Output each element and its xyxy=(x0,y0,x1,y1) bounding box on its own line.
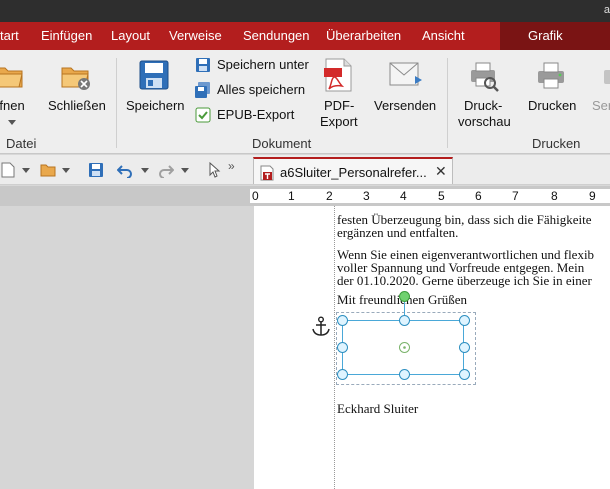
ruler-number: 7 xyxy=(512,189,519,203)
folder-open-icon xyxy=(0,67,23,88)
tab-einfuegen[interactable]: Einfügen xyxy=(41,22,92,50)
text-line: ergänzen und entfalten. xyxy=(337,225,459,240)
envelope-icon xyxy=(389,62,422,86)
print-button[interactable]: Drucken xyxy=(522,56,580,116)
redo-icon[interactable] xyxy=(158,162,174,178)
pdf-export-button[interactable]: PDF- Export xyxy=(316,56,362,132)
chevron-down-icon[interactable] xyxy=(181,168,189,173)
chevron-down-icon[interactable] xyxy=(62,168,70,173)
text-line: Eckhard Sluiter xyxy=(337,401,419,416)
undo-icon[interactable] xyxy=(117,162,133,178)
quick-access-toolbar: » a6Sluiter_Personalrefer... ✕ xyxy=(0,155,610,185)
ruler-number: 0 xyxy=(252,189,259,203)
resize-handle-bottom-left[interactable] xyxy=(337,369,348,380)
group-separator xyxy=(116,58,117,148)
open-button[interactable]: ffnen xyxy=(0,56,36,132)
save-disk-icon xyxy=(139,60,169,90)
save-label: Speichern xyxy=(126,98,185,113)
print-preview-icon xyxy=(471,62,499,92)
title-bar: a xyxy=(0,0,610,22)
ruler-number: 9 xyxy=(589,189,596,203)
save-button[interactable]: Speichern xyxy=(124,56,186,116)
save-as-icon xyxy=(196,58,210,72)
chevron-down-icon xyxy=(8,120,16,125)
save-all-button[interactable]: Alles speichern xyxy=(195,79,315,101)
tab-verweise[interactable]: Verweise xyxy=(169,22,222,50)
pdf-export-label-1: PDF- xyxy=(324,98,355,113)
document-canvas[interactable]: festen Überzeugung bin, dass sich die Fä… xyxy=(0,206,610,489)
ruler-number: 2 xyxy=(326,189,333,203)
printer-icon xyxy=(538,62,564,89)
resize-handle-left[interactable] xyxy=(337,342,348,353)
rotate-handle-line xyxy=(404,302,405,316)
ruler-number: 4 xyxy=(400,189,407,203)
save-as-label: Speichern unter xyxy=(217,57,309,72)
ribbon: ffnen Schließen Datei Speichern Speicher… xyxy=(0,50,610,154)
chevron-down-icon[interactable] xyxy=(22,168,30,173)
document-tab[interactable]: a6Sluiter_Personalrefer... ✕ xyxy=(253,157,453,184)
pointer-icon[interactable] xyxy=(207,162,223,178)
tab-ueberarbeiten[interactable]: Überarbeiten xyxy=(326,22,401,50)
ruler-number: 8 xyxy=(551,189,558,203)
serial-print-button[interactable]: Ser xyxy=(588,56,610,116)
epub-export-button[interactable]: EPUB-Export xyxy=(195,104,315,126)
group-label-dokument: Dokument xyxy=(252,136,312,151)
close-icon[interactable]: ✕ xyxy=(435,163,447,180)
pdf-icon xyxy=(324,58,352,92)
new-document-icon[interactable] xyxy=(0,162,16,178)
group-label-drucken: Drucken xyxy=(532,136,581,151)
group-label-datei: Datei xyxy=(6,136,37,151)
resize-handle-top[interactable] xyxy=(399,315,410,326)
toolbar-overflow-icon[interactable]: » xyxy=(228,159,235,173)
print-preview-button[interactable]: Druck- vorschau xyxy=(454,56,514,132)
open-folder-icon[interactable] xyxy=(40,162,56,178)
document-tab-title: a6Sluiter_Personalrefer... xyxy=(280,165,427,180)
menu-tab-bar: tart Einfügen Layout Verweise Sendungen … xyxy=(0,22,610,50)
ruler-number: 6 xyxy=(475,189,482,203)
ruler-number: 5 xyxy=(438,189,445,203)
tab-ansicht[interactable]: Ansicht xyxy=(422,22,465,50)
text-line: der 01.10.2020. Gerne überzeuge ich Sie … xyxy=(337,273,592,288)
print-preview-label-1: Druck- xyxy=(464,98,503,113)
open-label: ffnen xyxy=(0,98,25,113)
tab-grafik[interactable]: Grafik xyxy=(500,22,610,50)
horizontal-ruler[interactable]: 0 1 2 3 4 5 6 7 8 9 xyxy=(0,186,610,206)
resize-handle-top-left[interactable] xyxy=(337,315,348,326)
anchor-icon xyxy=(312,316,330,336)
save-as-button[interactable]: Speichern unter xyxy=(195,54,315,76)
print-preview-label-2: vorschau xyxy=(458,114,511,129)
folder-close-icon xyxy=(61,67,90,90)
tab-layout[interactable]: Layout xyxy=(111,22,150,50)
serial-print-label: Ser xyxy=(592,98,610,113)
close-document-button[interactable]: Schließen xyxy=(46,56,106,116)
resize-handle-top-right[interactable] xyxy=(459,315,470,326)
tab-start[interactable]: tart xyxy=(0,22,19,50)
ruler-number: 1 xyxy=(288,189,295,203)
resize-handle-bottom-right[interactable] xyxy=(459,369,470,380)
tab-sendungen[interactable]: Sendungen xyxy=(243,22,310,50)
document-page[interactable]: festen Überzeugung bin, dass sich die Fä… xyxy=(254,206,610,489)
textmaker-document-icon xyxy=(260,165,274,181)
send-button[interactable]: Versenden xyxy=(372,56,440,116)
print-label: Drucken xyxy=(528,98,577,113)
ruler-number: 3 xyxy=(363,189,370,203)
group-separator xyxy=(447,58,448,148)
save-all-icon xyxy=(195,82,210,98)
resize-handle-bottom[interactable] xyxy=(399,369,410,380)
rotate-handle[interactable] xyxy=(399,291,410,302)
center-point-icon xyxy=(399,342,410,353)
chevron-down-icon[interactable] xyxy=(141,168,149,173)
margin-guide xyxy=(334,206,335,489)
save-all-label: Alles speichern xyxy=(217,82,306,97)
send-label: Versenden xyxy=(374,98,437,113)
resize-handle-right[interactable] xyxy=(459,342,470,353)
pdf-export-label-2: Export xyxy=(320,114,358,129)
epub-export-label: EPUB-Export xyxy=(217,107,295,122)
epub-icon xyxy=(195,107,211,123)
window-title: a xyxy=(603,4,610,16)
serial-print-icon xyxy=(604,70,610,84)
close-document-label: Schließen xyxy=(48,98,106,113)
save-icon[interactable] xyxy=(88,162,104,178)
